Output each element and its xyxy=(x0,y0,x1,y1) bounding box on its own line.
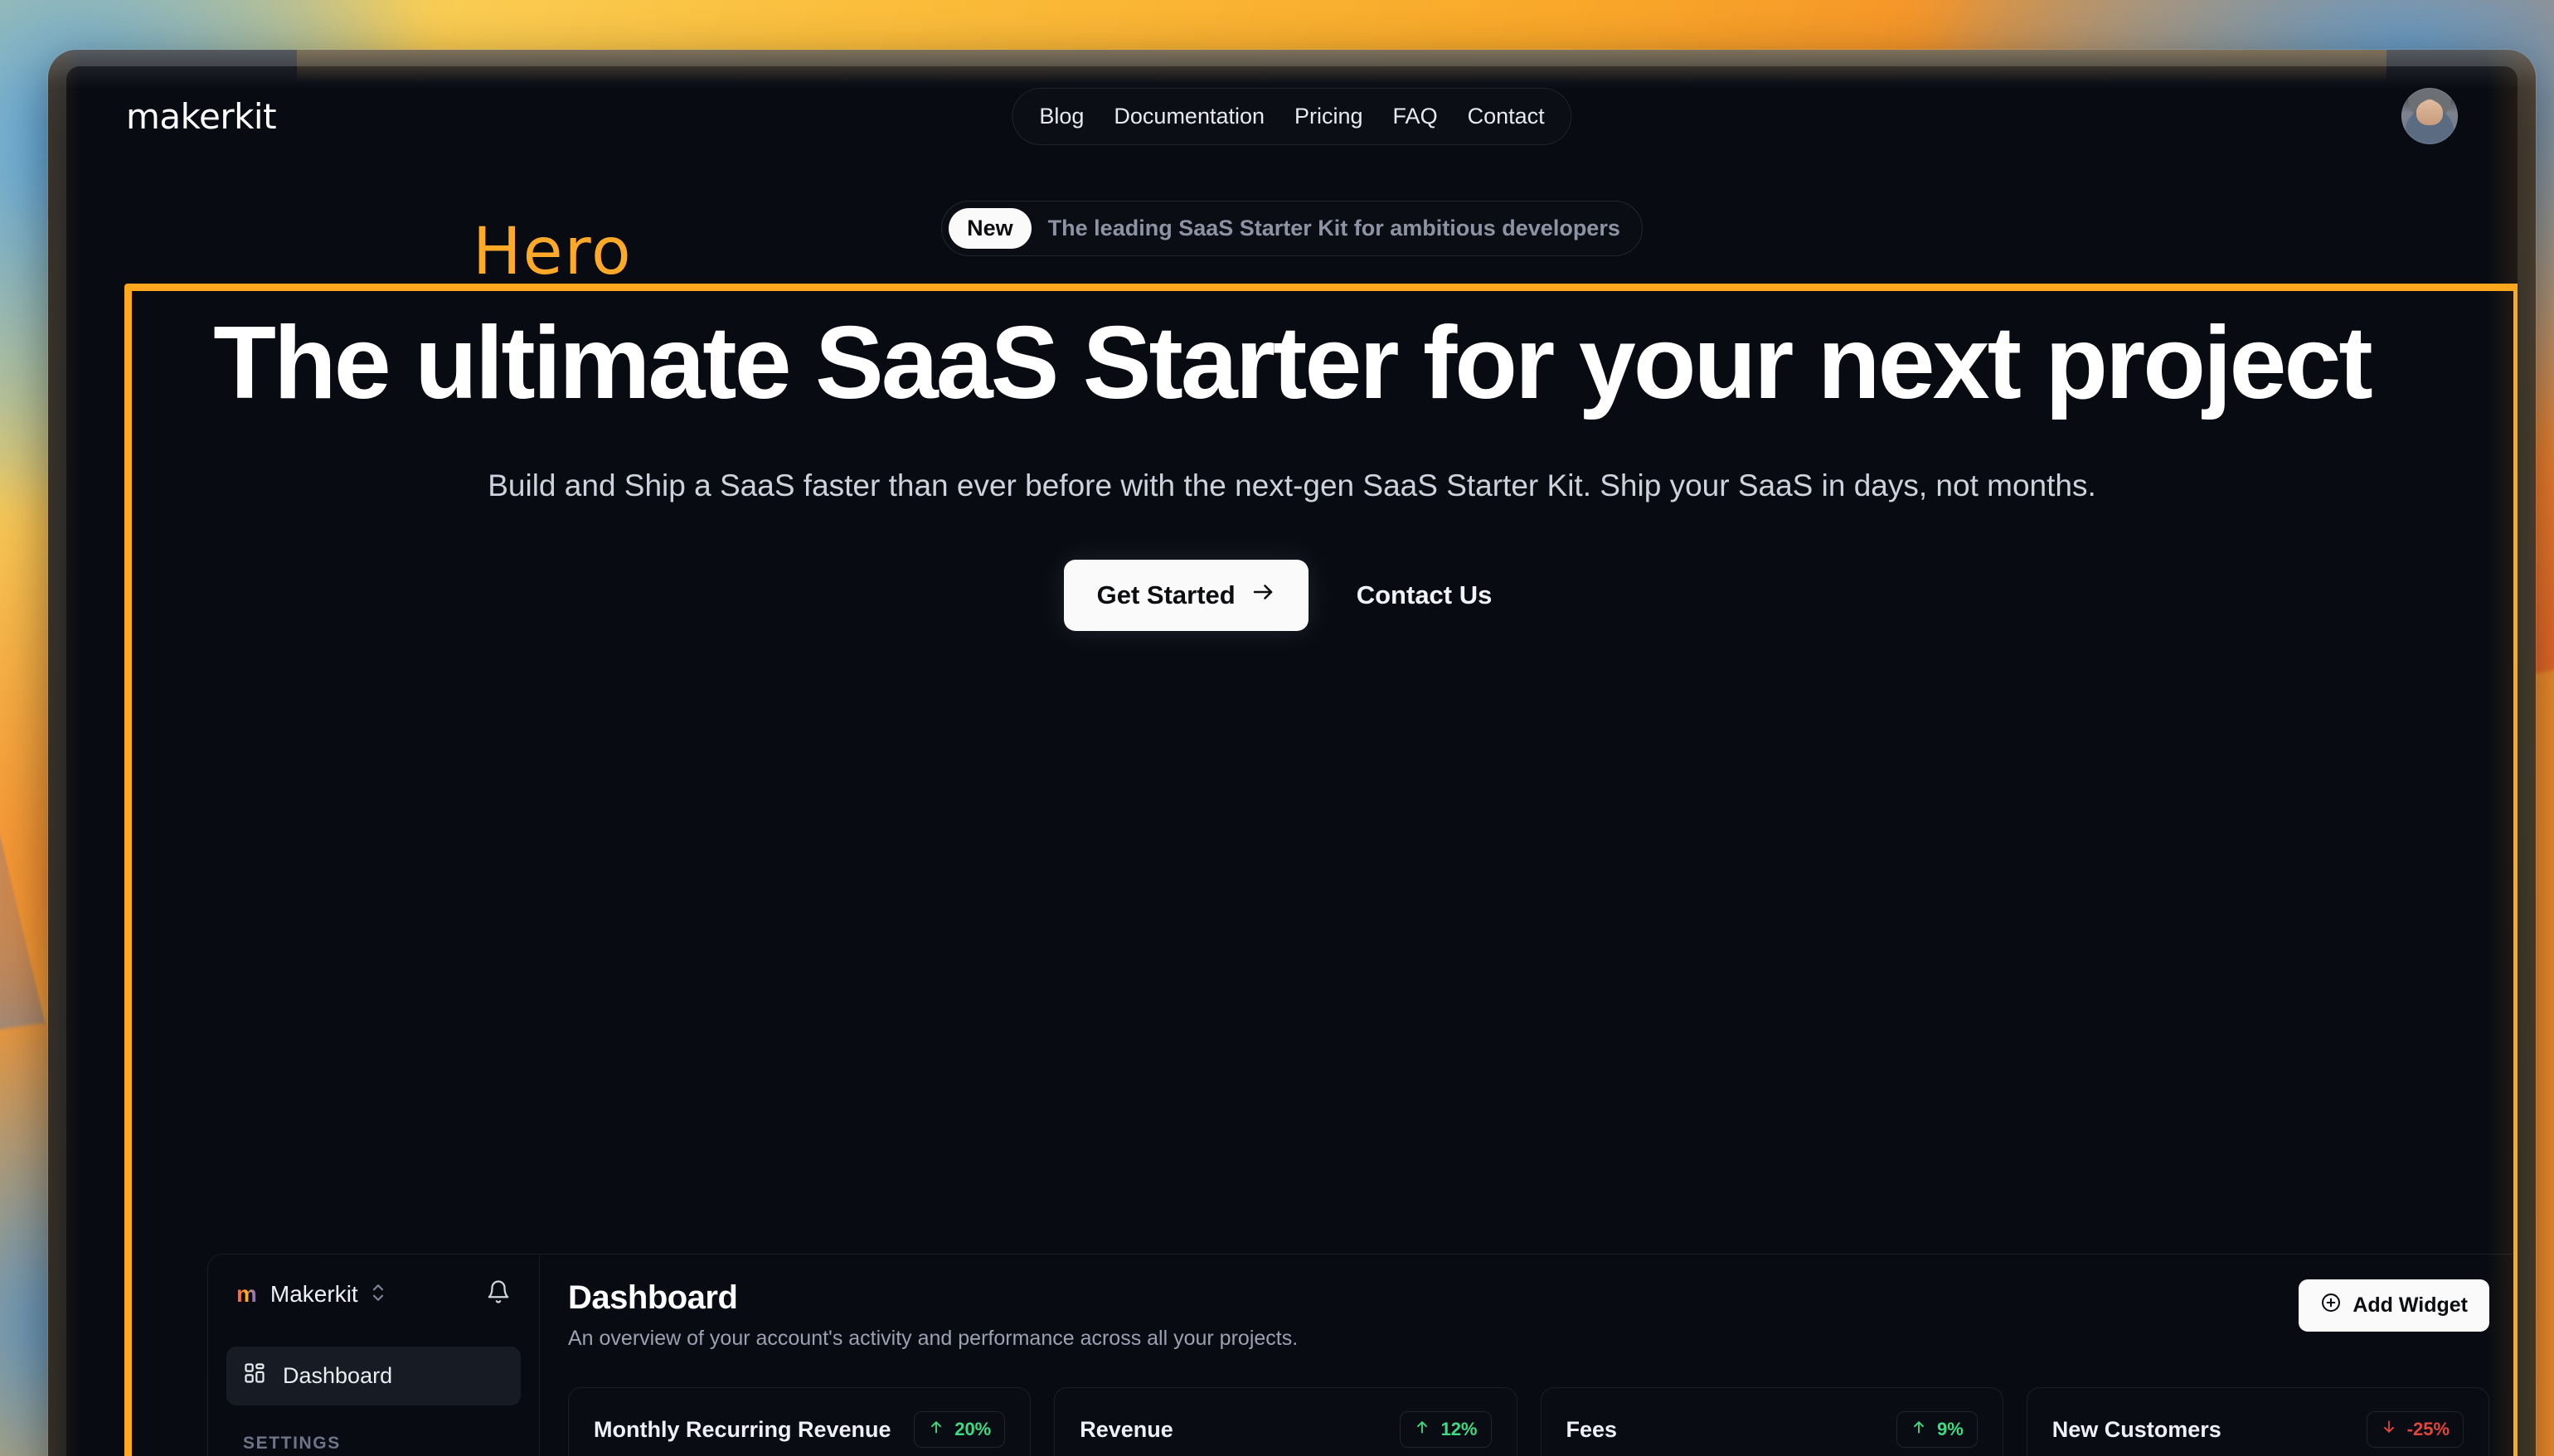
trend-value: -25% xyxy=(2406,1419,2450,1439)
hero-cta-group: Get Started Contact Us xyxy=(66,559,2518,631)
dashboard-main: Dashboard An overview of your account's … xyxy=(540,1255,2518,1456)
stat-card[interactable]: Fees 9% $8.7 xyxy=(1540,1387,2003,1456)
badge-tagline: The leading SaaS Starter Kit for ambitio… xyxy=(1047,216,1620,240)
status-badge: 12% xyxy=(1400,1411,1492,1448)
get-started-label: Get Started xyxy=(1096,580,1236,609)
nav-item-documentation[interactable]: Documentation xyxy=(1099,96,1279,137)
stat-card-label: Fees xyxy=(1566,1416,1618,1442)
status-badge: -25% xyxy=(2366,1411,2464,1448)
avatar[interactable] xyxy=(2401,88,2458,144)
team-name: Makerkit xyxy=(269,1280,358,1307)
badge-new-label: New xyxy=(949,208,1032,249)
nav-item-blog[interactable]: Blog xyxy=(1024,96,1099,137)
trend-value: 9% xyxy=(1936,1419,1964,1439)
annotation-label-hero: Hero xyxy=(473,215,633,289)
add-widget-label: Add Widget xyxy=(2352,1293,2468,1317)
status-badge: 9% xyxy=(1896,1411,1978,1448)
plus-circle-icon xyxy=(2320,1292,2342,1319)
stat-card-label: Monthly Recurring Revenue xyxy=(594,1416,891,1442)
nav-item-faq[interactable]: FAQ xyxy=(1378,96,1453,137)
sidebar-section-settings: SETTINGS xyxy=(243,1434,341,1453)
arrow-up-icon xyxy=(928,1419,944,1440)
trend-value: 12% xyxy=(1440,1419,1478,1439)
main-nav: Blog Documentation Pricing FAQ Contact xyxy=(1012,87,1572,145)
hero-badge[interactable]: New The leading SaaS Starter Kit for amb… xyxy=(941,201,1643,256)
get-started-button[interactable]: Get Started xyxy=(1063,559,1309,631)
nav-item-pricing[interactable]: Pricing xyxy=(1279,96,1378,137)
page-title: The ultimate SaaS Starter for your next … xyxy=(213,306,2372,420)
hero-subtitle: Build and Ship a SaaS faster than ever b… xyxy=(488,468,2096,503)
brand-logo[interactable]: makerkit xyxy=(126,96,277,137)
dashboard-description: An overview of your account's activity a… xyxy=(568,1327,1299,1350)
contact-us-link[interactable]: Contact Us xyxy=(1328,561,1521,630)
laptop-frame: makerkit Blog Documentation Pricing FAQ … xyxy=(48,50,2536,1456)
grid-icon xyxy=(243,1361,266,1390)
add-widget-button[interactable]: Add Widget xyxy=(2299,1279,2489,1332)
status-badge: 20% xyxy=(914,1411,1006,1448)
sidebar-item-dashboard[interactable]: Dashboard xyxy=(226,1347,521,1405)
stat-card-label: New Customers xyxy=(2051,1416,2221,1442)
dashboard-nav: Dashboard SETTINGS Settings xyxy=(226,1347,521,1456)
bell-icon[interactable] xyxy=(486,1279,511,1308)
stat-card[interactable]: New Customers -25% 6.4 xyxy=(2026,1387,2489,1456)
team-logo: m xyxy=(236,1280,257,1307)
hero-section: New The leading SaaS Starter Kit for amb… xyxy=(66,166,2518,631)
stat-card-list: Monthly Recurring Revenue 20% $4.5 xyxy=(568,1387,2489,1456)
stat-card[interactable]: Revenue 12% $0.3 xyxy=(1054,1387,1517,1456)
stat-card-label: Revenue xyxy=(1080,1416,1173,1442)
arrow-up-icon xyxy=(1911,1419,1927,1440)
team-selector[interactable]: m Makerkit xyxy=(226,1276,521,1312)
site-header: makerkit Blog Documentation Pricing FAQ … xyxy=(66,66,2518,166)
stat-card[interactable]: Monthly Recurring Revenue 20% $4.5 xyxy=(568,1387,1032,1456)
arrow-right-icon xyxy=(1250,580,1275,611)
browser-screen: makerkit Blog Documentation Pricing FAQ … xyxy=(66,66,2518,1456)
dashboard-sidebar: m Makerkit Dashboard SETTINGS xyxy=(208,1255,540,1456)
arrow-up-icon xyxy=(1414,1419,1430,1440)
nav-item-contact[interactable]: Contact xyxy=(1453,96,1560,137)
dashboard-preview: m Makerkit Dashboard SETTINGS Dashboard … xyxy=(207,1254,2518,1456)
sidebar-item-label: Dashboard xyxy=(283,1363,393,1388)
dashboard-header: Dashboard An overview of your account's … xyxy=(568,1279,2489,1351)
trend-value: 20% xyxy=(954,1419,992,1439)
chevron-up-down-icon xyxy=(370,1280,386,1308)
arrow-down-icon xyxy=(2381,1419,2397,1440)
dashboard-title: Dashboard xyxy=(568,1279,738,1316)
